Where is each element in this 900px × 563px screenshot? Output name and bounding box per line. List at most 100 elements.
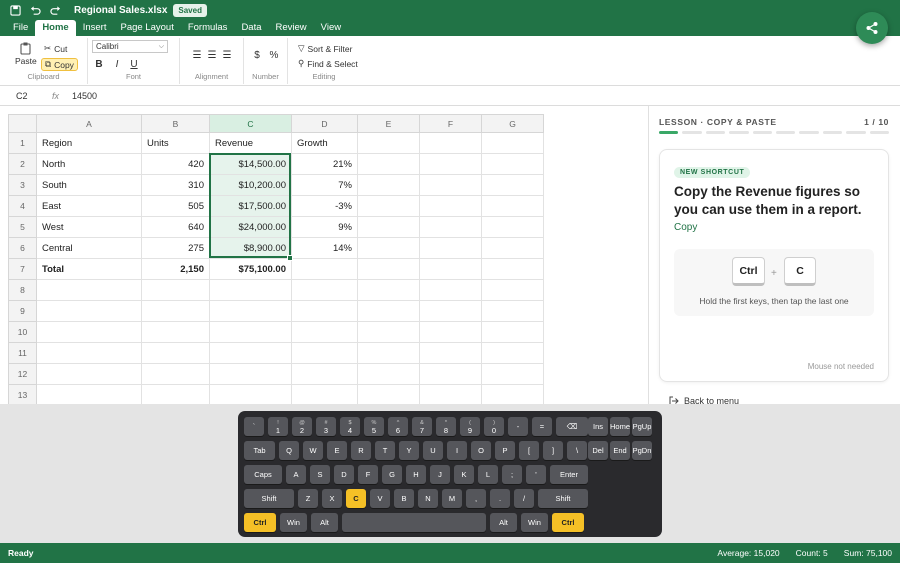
tab-page-layout[interactable]: Page Layout	[113, 20, 180, 36]
cell[interactable]	[419, 279, 482, 301]
row-header[interactable]: 7	[8, 258, 37, 280]
paste-button[interactable]: Paste	[15, 42, 37, 66]
cell[interactable]: 14%	[291, 237, 358, 259]
cell[interactable]: $75,100.00	[209, 258, 292, 280]
percent-button[interactable]: %	[267, 50, 281, 61]
keyboard-key[interactable]: ⌫	[556, 417, 588, 436]
row-header[interactable]: 12	[8, 363, 37, 385]
grid-corner[interactable]	[8, 114, 37, 133]
row-header[interactable]: 10	[8, 321, 37, 343]
sort-filter-button[interactable]: ▽ Sort & Filter	[298, 43, 352, 54]
redo-icon[interactable]	[48, 3, 62, 17]
align-right-icon[interactable]: ☰	[220, 50, 234, 61]
name-box[interactable]: C2	[0, 91, 40, 101]
keyboard-key[interactable]: Enter	[550, 465, 588, 484]
cell[interactable]	[357, 237, 420, 259]
column-header[interactable]: G	[481, 114, 544, 133]
keyboard-key[interactable]: /	[514, 489, 534, 508]
cell[interactable]	[357, 216, 420, 238]
cell[interactable]	[481, 279, 544, 301]
tab-view[interactable]: View	[314, 20, 348, 36]
keyboard-key[interactable]: F	[358, 465, 378, 484]
cell[interactable]	[357, 174, 420, 196]
keyboard-key[interactable]: J	[430, 465, 450, 484]
cell[interactable]	[419, 153, 482, 175]
cell[interactable]: Growth	[291, 132, 358, 154]
keyboard-key[interactable]: ,	[466, 489, 486, 508]
keyboard-key[interactable]: $4	[340, 417, 360, 436]
cell[interactable]	[141, 279, 210, 301]
keyboard-key[interactable]: P	[495, 441, 515, 460]
bold-button[interactable]: B	[92, 59, 106, 70]
cell[interactable]: 9%	[291, 216, 358, 238]
cell[interactable]: Central	[36, 237, 142, 259]
keyboard-key[interactable]: % 5	[364, 417, 384, 436]
cell[interactable]	[209, 279, 292, 301]
italic-button[interactable]: I	[110, 59, 124, 70]
cell[interactable]	[481, 258, 544, 280]
row-header[interactable]: 1	[8, 132, 37, 154]
cell[interactable]	[141, 342, 210, 364]
fill-handle[interactable]	[287, 255, 293, 261]
cell[interactable]	[141, 363, 210, 385]
nav-key[interactable]: End	[610, 441, 630, 460]
keyboard-key[interactable]: S	[310, 465, 330, 484]
cell[interactable]	[419, 300, 482, 322]
cell[interactable]	[419, 237, 482, 259]
keyboard-key[interactable]: B	[394, 489, 414, 508]
cell[interactable]	[419, 258, 482, 280]
cell[interactable]	[481, 132, 544, 154]
keyboard-key[interactable]: K	[454, 465, 474, 484]
cut-button[interactable]: ✂ Cut	[44, 43, 67, 54]
keyboard-key[interactable]: L	[478, 465, 498, 484]
cell[interactable]: $24,000.00	[209, 216, 292, 238]
cell[interactable]	[36, 342, 142, 364]
keyboard-key[interactable]: Z	[298, 489, 318, 508]
align-left-icon[interactable]: ☰	[190, 50, 204, 61]
cell[interactable]	[141, 300, 210, 322]
keyboard-key[interactable]: Alt	[311, 513, 338, 532]
keyboard-key[interactable]: U	[423, 441, 443, 460]
keyboard-key[interactable]: Ctrl	[244, 513, 276, 532]
cell[interactable]	[419, 321, 482, 343]
keyboard-key[interactable]: `	[244, 417, 264, 436]
cell[interactable]: West	[36, 216, 142, 238]
keyboard-key[interactable]: Y	[399, 441, 419, 460]
keyboard-key[interactable]: ]	[543, 441, 563, 460]
cell[interactable]	[36, 363, 142, 385]
cell[interactable]	[357, 384, 420, 406]
cell[interactable]: Region	[36, 132, 142, 154]
keyboard-key[interactable]: Ctrl	[552, 513, 584, 532]
nav-key[interactable]: PgUp	[632, 417, 652, 436]
keyboard-key[interactable]: M	[442, 489, 462, 508]
cell[interactable]	[357, 342, 420, 364]
keyboard-key[interactable]: Caps	[244, 465, 282, 484]
column-header[interactable]: A	[36, 114, 142, 133]
find-select-button[interactable]: ⚲ Find & Select	[298, 58, 358, 69]
row-header[interactable]: 2	[8, 153, 37, 175]
share-button[interactable]	[856, 12, 888, 44]
cell[interactable]: $17,500.00	[209, 195, 292, 217]
keyboard-key[interactable]: A	[286, 465, 306, 484]
cell[interactable]	[357, 258, 420, 280]
column-header[interactable]: D	[291, 114, 358, 133]
cell[interactable]	[419, 195, 482, 217]
nav-key[interactable]: Home	[610, 417, 630, 436]
tab-review[interactable]: Review	[269, 20, 314, 36]
cell[interactable]: 505	[141, 195, 210, 217]
keyboard-key[interactable]: #3	[316, 417, 336, 436]
keyboard-key[interactable]: E	[327, 441, 347, 460]
cell[interactable]	[481, 153, 544, 175]
keyboard-key[interactable]: X	[322, 489, 342, 508]
keyboard-key[interactable]: \	[567, 441, 587, 460]
row-header[interactable]: 9	[8, 300, 37, 322]
keyboard-key[interactable]: ;	[502, 465, 522, 484]
cell[interactable]	[36, 300, 142, 322]
cell[interactable]	[36, 321, 142, 343]
cell[interactable]: Units	[141, 132, 210, 154]
row-header[interactable]: 13	[8, 384, 37, 406]
cell[interactable]	[481, 384, 544, 406]
cell[interactable]: 640	[141, 216, 210, 238]
keyboard-key[interactable]: N	[418, 489, 438, 508]
cell[interactable]	[357, 195, 420, 217]
